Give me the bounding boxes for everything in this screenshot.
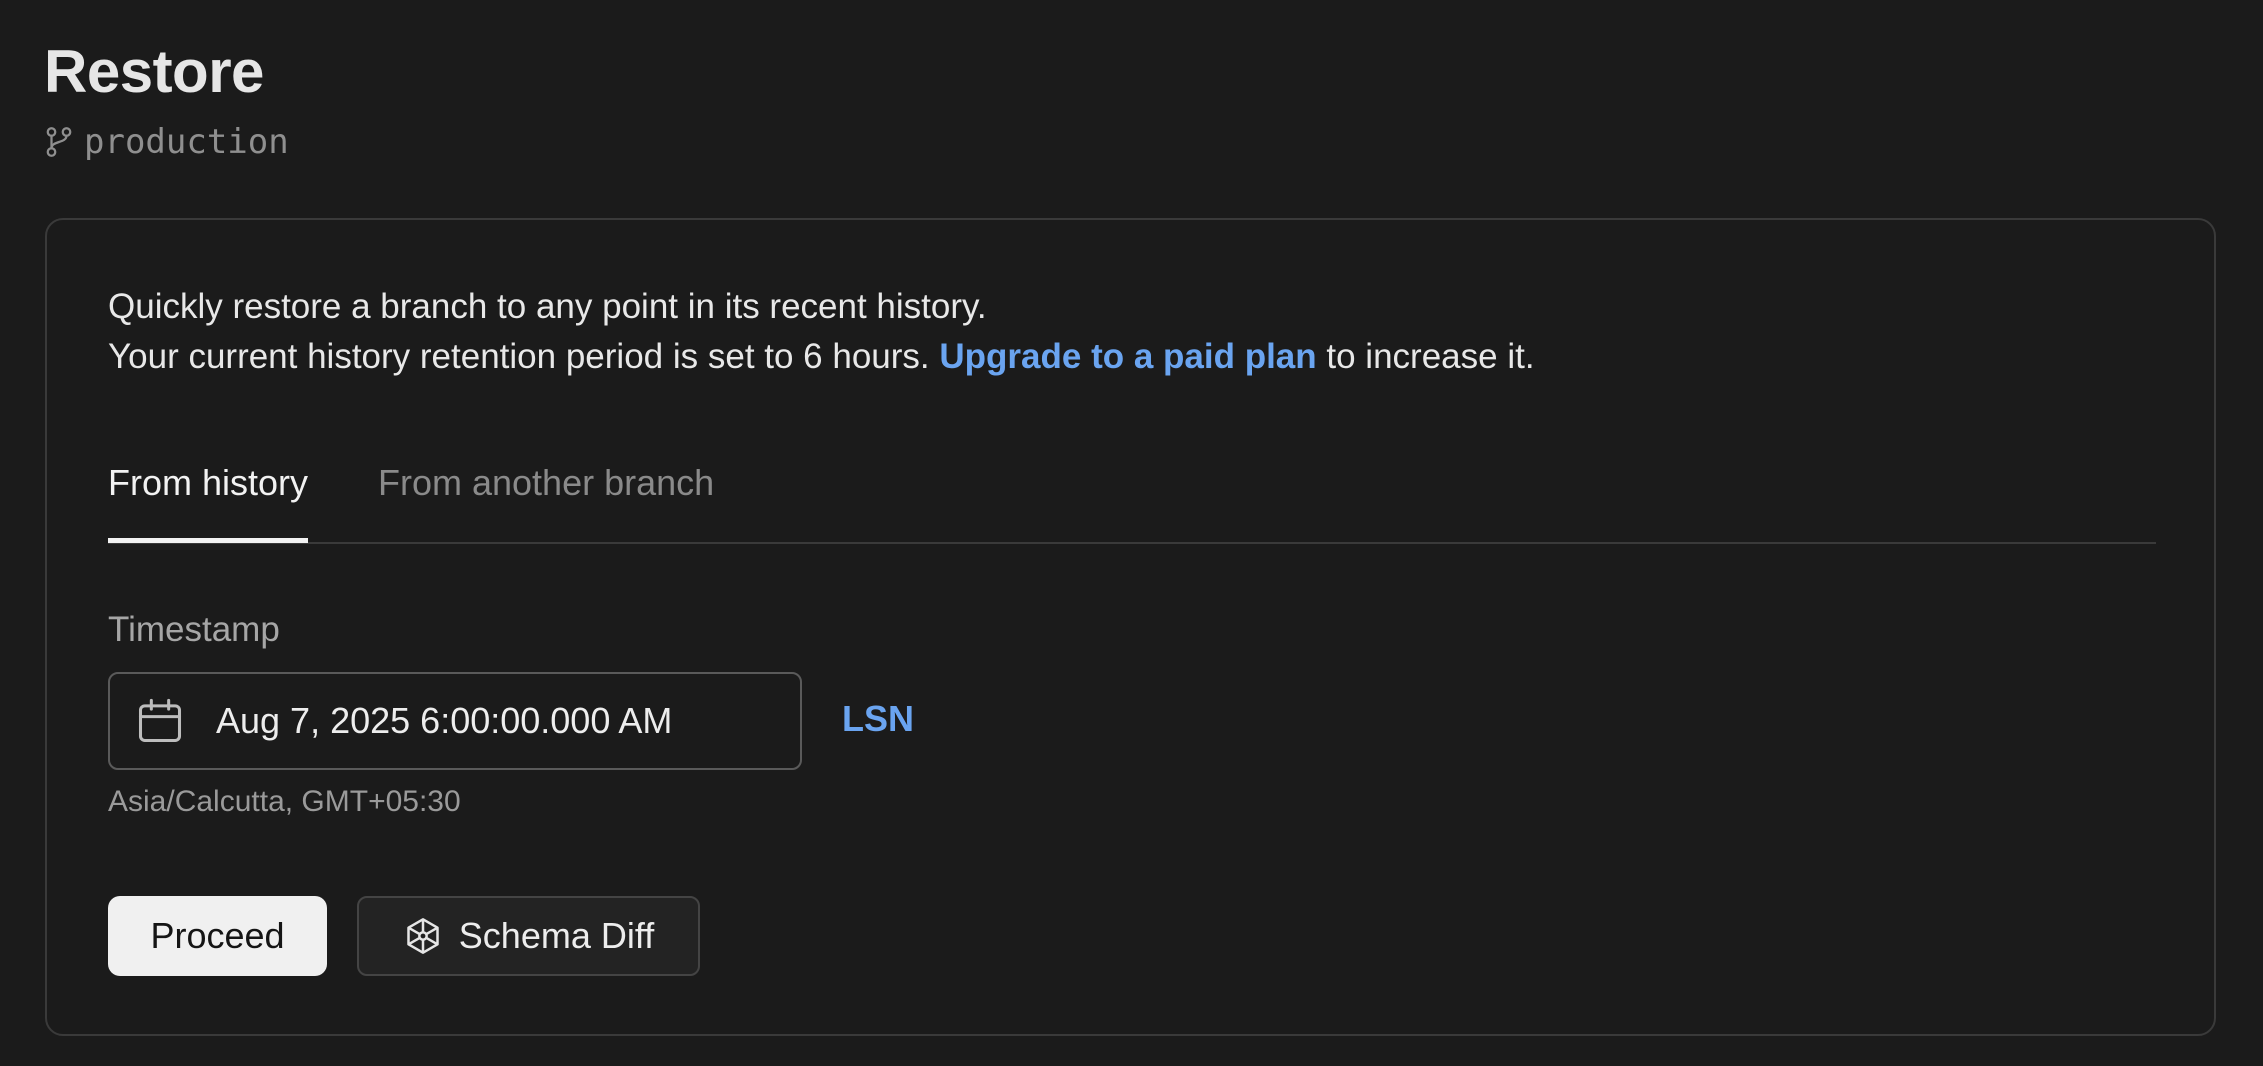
git-branch-icon xyxy=(46,127,72,157)
timezone-note: Asia/Calcutta, GMT+05:30 xyxy=(108,785,461,818)
lsn-link[interactable]: LSN xyxy=(842,698,914,740)
increase-text: to increase it. xyxy=(1326,337,1535,376)
schema-diff-label: Schema Diff xyxy=(458,915,655,956)
timestamp-value: Aug 7, 2025 6:00:00.000 AM xyxy=(216,700,673,741)
restore-description: Quickly restore a branch to any point in… xyxy=(108,282,1535,382)
schema-diff-icon xyxy=(407,918,439,954)
restore-page: Restore production Quickly restore a bra… xyxy=(0,0,2263,1066)
description-line-1: Quickly restore a branch to any point in… xyxy=(108,287,987,326)
timestamp-input[interactable]: Aug 7, 2025 6:00:00.000 AM xyxy=(108,672,802,770)
branch-indicator: production xyxy=(44,122,289,162)
page-title: Restore xyxy=(44,38,264,105)
tab-from-history[interactable]: From history xyxy=(108,458,309,543)
description-line-2: Your current history retention period is… xyxy=(108,332,1535,382)
retention-text: Your current history retention period is… xyxy=(108,337,930,376)
calendar-icon xyxy=(138,698,182,743)
upgrade-link[interactable]: Upgrade to a paid plan xyxy=(939,337,1316,376)
proceed-button[interactable]: Proceed xyxy=(108,896,327,976)
timestamp-label: Timestamp xyxy=(108,610,280,649)
restore-tabs: From history From another branch xyxy=(108,458,2156,544)
branch-name: production xyxy=(84,122,289,162)
tab-from-another-branch[interactable]: From another branch xyxy=(378,458,714,538)
schema-diff-button[interactable]: Schema Diff xyxy=(357,896,700,976)
restore-card: Quickly restore a branch to any point in… xyxy=(45,218,2216,1036)
